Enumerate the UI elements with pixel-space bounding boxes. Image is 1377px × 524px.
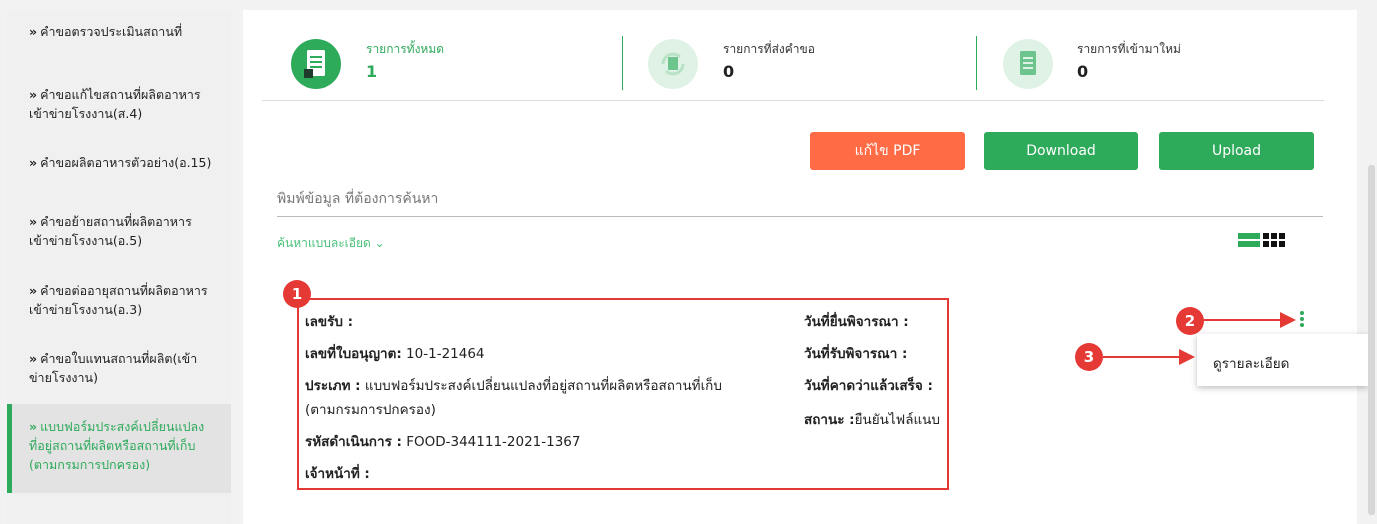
view-details-menu-item[interactable]: ดูรายละเอียด [1213,352,1289,374]
options-menu: ดูรายละเอียด [1197,334,1368,386]
more-options-icon[interactable] [1298,310,1306,330]
scrollbar[interactable] [1368,165,1375,515]
callout-arrows [1103,312,1296,365]
